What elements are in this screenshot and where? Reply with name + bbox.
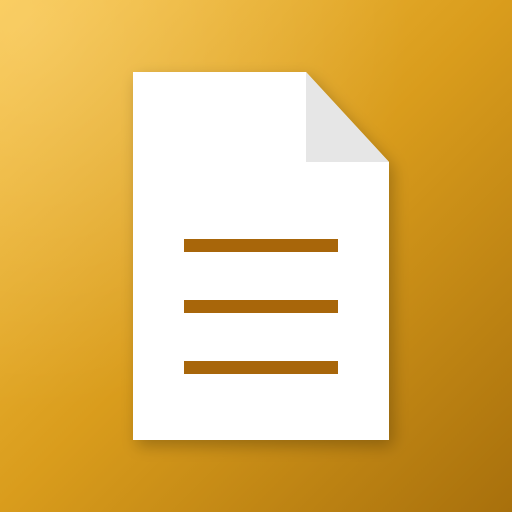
- document-text-line: [184, 300, 338, 313]
- document-app-icon[interactable]: [0, 0, 512, 512]
- document-text-line: [184, 239, 338, 252]
- document-text-line: [184, 361, 338, 374]
- document-glyph: [133, 72, 389, 440]
- document-corner-fold: [306, 72, 389, 162]
